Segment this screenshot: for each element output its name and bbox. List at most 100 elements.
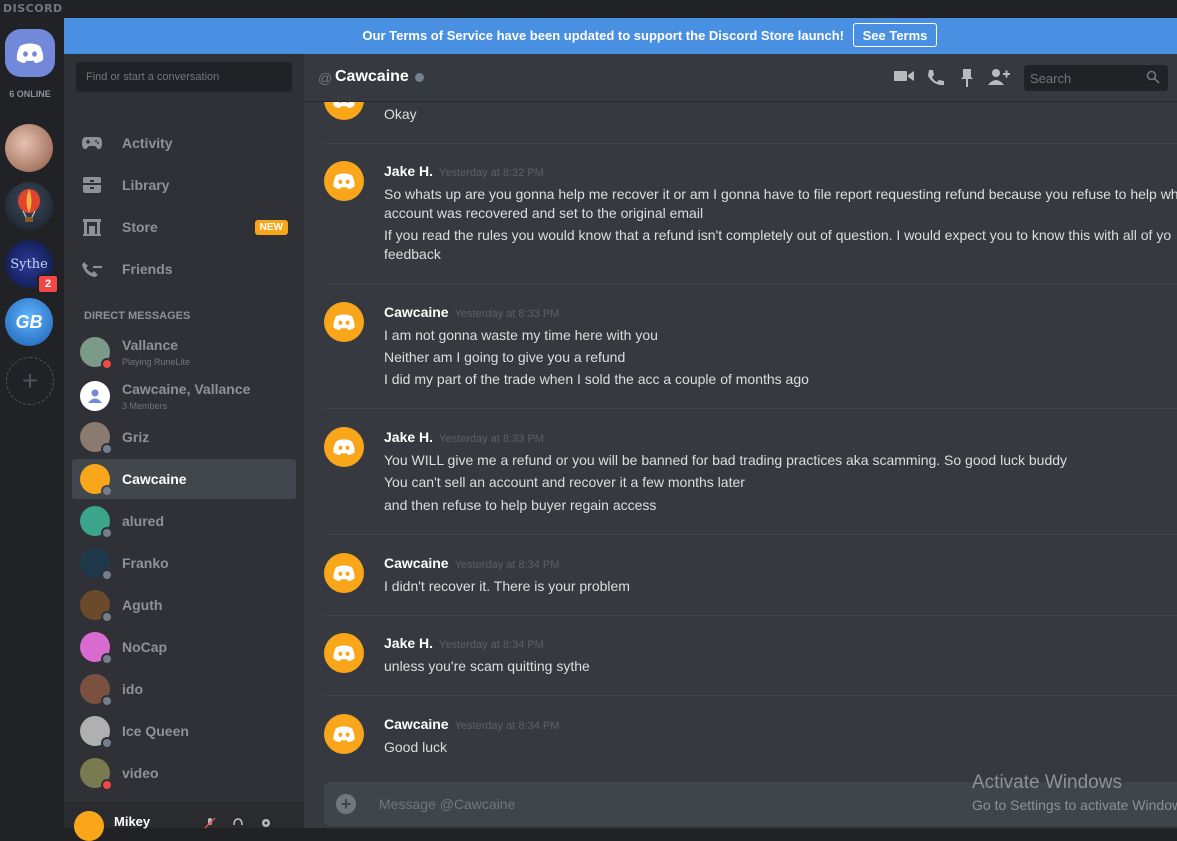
- dm-item-ido[interactable]: ido: [72, 669, 296, 709]
- chat-pane: @ Cawcaine Search Okay Jake H. Yesterday…: [304, 54, 1177, 828]
- avatar[interactable]: [324, 161, 364, 201]
- tos-banner: Our Terms of Service have been updated t…: [64, 18, 1177, 54]
- search-placeholder: Search: [1030, 71, 1072, 86]
- author-name: Cawcaine: [384, 716, 449, 732]
- message-text: feedback: [384, 246, 441, 262]
- message-author[interactable]: Cawcaine Yesterday at 8:34 PM: [384, 716, 559, 732]
- chat-search-input[interactable]: Search: [1024, 65, 1168, 91]
- discord-logo-icon: [333, 314, 355, 330]
- nav-store[interactable]: Store NEW: [72, 209, 296, 245]
- home-button[interactable]: [5, 29, 55, 77]
- guild-balloon[interactable]: [5, 182, 53, 230]
- status-offline-icon: [101, 527, 113, 539]
- pin-icon[interactable]: [960, 68, 974, 93]
- online-count: 6 ONLINE: [9, 89, 51, 99]
- dm-item-griz[interactable]: Griz: [72, 417, 296, 457]
- gear-icon[interactable]: [260, 817, 272, 829]
- nav-library[interactable]: Library: [72, 167, 296, 203]
- video-call-icon[interactable]: [894, 68, 914, 89]
- dm-item-aguth[interactable]: Aguth: [72, 585, 296, 625]
- message-author[interactable]: Jake H. Yesterday at 8:32 PM: [384, 163, 544, 179]
- message-author[interactable]: Cawcaine Yesterday at 8:34 PM: [384, 555, 559, 571]
- dm-name: ido: [122, 681, 143, 697]
- message-text: So whats up are you gonna help me recove…: [384, 186, 1177, 202]
- discord-logo-icon: [333, 726, 355, 742]
- dm-item-group[interactable]: Cawcaine, Vallance 3 Members: [72, 376, 296, 416]
- dm-item-nocap[interactable]: NoCap: [72, 627, 296, 667]
- discord-logo-icon: [333, 439, 355, 455]
- message-text: You can't sell an account and recover it…: [384, 474, 745, 490]
- timestamp: Yesterday at 8:32 PM: [439, 167, 544, 179]
- windows-activation-watermark: Activate Windows Go to Settings to activ…: [972, 772, 1177, 813]
- dm-name: Vallance: [122, 337, 179, 353]
- author-name: Cawcaine: [384, 304, 449, 320]
- dm-name: Aguth: [122, 597, 163, 613]
- timestamp: Yesterday at 8:33 PM: [454, 308, 560, 320]
- message-text: I did my part of the trade when I sold t…: [384, 371, 809, 387]
- guild-profile[interactable]: [5, 124, 53, 172]
- status-offline-icon: [101, 569, 113, 581]
- dm-item-cawcaine[interactable]: Cawcaine: [72, 459, 296, 499]
- author-name: Cawcaine: [384, 555, 449, 571]
- nav-library-label: Library: [122, 177, 170, 193]
- dm-search-input[interactable]: Find or start a conversation: [76, 62, 292, 92]
- avatar[interactable]: [324, 633, 364, 673]
- timestamp: Yesterday at 8:33 PM: [439, 433, 544, 445]
- microphone-icon[interactable]: [204, 817, 216, 829]
- message-text: unless you're scam quitting sythe: [384, 658, 590, 674]
- avatar[interactable]: [324, 102, 364, 120]
- dm-activity: Playing RuneLite: [122, 357, 191, 367]
- status-offline-icon: [101, 611, 113, 623]
- dm-members: 3 Members: [122, 401, 168, 411]
- message-author[interactable]: Jake H. Yesterday at 8:33 PM: [384, 429, 544, 445]
- avatar[interactable]: [324, 302, 364, 342]
- message-author[interactable]: Jake H. Yesterday at 8:34 PM: [384, 635, 544, 651]
- avatar[interactable]: [324, 714, 364, 754]
- app-brand: DISCORD: [3, 2, 63, 15]
- gamepad-icon: [72, 135, 112, 151]
- discord-logo-icon: [333, 565, 355, 581]
- dm-name: Ice Queen: [122, 723, 189, 739]
- status-offline-icon: [101, 485, 113, 497]
- message-text: Okay: [384, 106, 417, 122]
- user-avatar[interactable]: [74, 811, 104, 841]
- at-symbol: @: [318, 70, 333, 86]
- balloon-icon: [18, 189, 40, 222]
- chat-header: @ Cawcaine Search: [304, 54, 1177, 102]
- dm-item-alured[interactable]: alured: [72, 501, 296, 541]
- headphones-icon[interactable]: [232, 817, 244, 829]
- dm-item-video[interactable]: video: [72, 753, 296, 793]
- timestamp: Yesterday at 8:34 PM: [454, 559, 560, 571]
- dm-item-vallance[interactable]: Vallance Playing RuneLite: [72, 332, 296, 372]
- message-author[interactable]: Cawcaine Yesterday at 8:33 PM: [384, 304, 559, 320]
- group-avatar: [80, 381, 110, 411]
- dm-item-franko[interactable]: Franko: [72, 543, 296, 583]
- status-offline-icon: [101, 695, 113, 707]
- discord-logo-icon: [333, 645, 355, 661]
- add-friend-icon[interactable]: [988, 68, 1010, 91]
- message-text: account was recovered and set to the ori…: [384, 205, 704, 221]
- guild-sythe-label: Sythe: [10, 256, 48, 272]
- discord-logo-icon: [333, 173, 355, 189]
- library-icon: [72, 175, 112, 195]
- nav-activity-label: Activity: [122, 135, 173, 151]
- dm-sidebar: Find or start a conversation Activity Li…: [64, 54, 304, 828]
- avatar[interactable]: [324, 427, 364, 467]
- voice-call-icon[interactable]: [926, 68, 946, 93]
- nav-friends-label: Friends: [122, 261, 173, 277]
- guild-gb[interactable]: GB: [5, 298, 53, 346]
- guild-gb-label: GB: [15, 311, 43, 332]
- status-dnd-icon: [101, 358, 113, 370]
- status-dnd-icon: [101, 779, 113, 791]
- avatar[interactable]: [324, 553, 364, 593]
- dm-item-ice-queen[interactable]: Ice Queen: [72, 711, 296, 751]
- add-server-button[interactable]: +: [6, 357, 54, 405]
- store-icon: [72, 217, 112, 237]
- message-divider: [324, 695, 1177, 696]
- message-text: Neither am I going to give you a refund: [384, 349, 626, 365]
- upload-plus-icon[interactable]: +: [336, 794, 356, 814]
- see-terms-button[interactable]: See Terms: [853, 23, 937, 47]
- nav-activity[interactable]: Activity: [72, 125, 296, 161]
- nav-friends[interactable]: Friends: [72, 251, 296, 287]
- author-name: Jake H.: [384, 163, 434, 179]
